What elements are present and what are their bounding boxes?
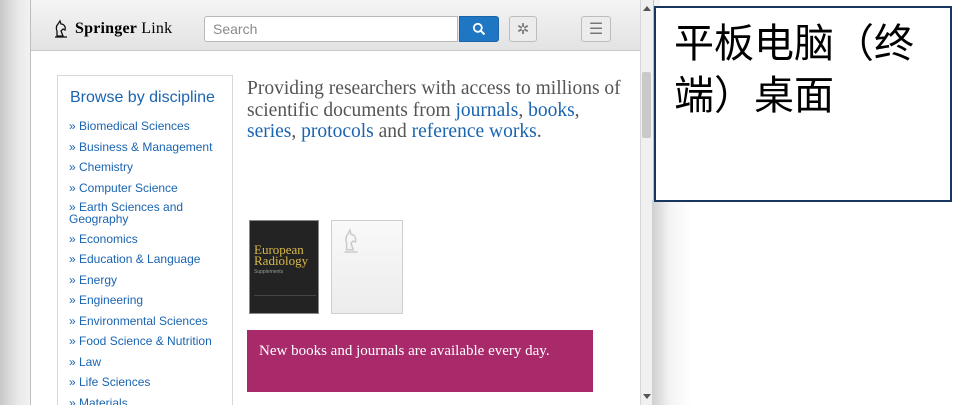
discipline-link-earth-sciences[interactable]: » Earth Sciences and Geography [69, 201, 209, 225]
sidebar-title: Browse by discipline [70, 89, 215, 106]
search-button[interactable] [459, 16, 499, 42]
hamburger-icon: ☰ [588, 21, 604, 38]
intro-separator: , [291, 121, 302, 142]
discipline-link-education-language[interactable]: » Education & Language [69, 252, 231, 266]
placeholder-cover[interactable] [331, 220, 403, 314]
scroll-up-arrow-icon[interactable] [643, 6, 651, 11]
european-radiology-cover[interactable]: European Radiology Supplements [249, 220, 319, 314]
protocols-link[interactable]: protocols [301, 121, 374, 142]
cover-subtitle: Supplements [254, 269, 284, 275]
browse-by-discipline-panel: Browse by discipline » Biomedical Scienc… [57, 75, 233, 405]
discipline-link-environmental-sciences[interactable]: » Environmental Sciences [69, 314, 231, 328]
discipline-link-life-sciences[interactable]: » Life Sciences [69, 375, 231, 389]
caption-overlay-box: 平板电脑（终端）桌面 [654, 6, 952, 202]
gear-icon: ✲ [516, 21, 530, 38]
discipline-link-energy[interactable]: » Energy [69, 273, 231, 287]
search-icon [472, 22, 486, 36]
discipline-link-food-science[interactable]: » Food Science & Nutrition [69, 334, 231, 348]
caption-overlay-text: 平板电脑（终端）桌面 [674, 21, 914, 119]
discipline-link-business-management[interactable]: » Business & Management [69, 140, 231, 154]
discipline-link-chemistry[interactable]: » Chemistry [69, 160, 231, 174]
books-link[interactable]: books [528, 100, 575, 121]
banner-text: New books and journals are available eve… [259, 343, 550, 359]
intro-end: . [536, 121, 542, 142]
logo-text-link: Link [141, 20, 173, 37]
cover-title: European Radiology [254, 242, 309, 268]
search-input[interactable] [204, 16, 458, 42]
intro-text: Providing researchers with access to mil… [247, 78, 627, 143]
discipline-link-law[interactable]: » Law [69, 355, 231, 369]
overlay-shadow [652, 200, 702, 405]
springer-horse-icon [344, 227, 358, 253]
intro-separator: , [574, 99, 580, 121]
cover-divider [254, 295, 316, 296]
browser-viewport: Springer Link ✲ ☰ Browse by discipline »… [30, 0, 654, 405]
scrollbar-thumb[interactable] [642, 72, 651, 138]
new-content-banner[interactable]: New books and journals are available eve… [247, 330, 593, 392]
scroll-down-arrow-icon[interactable] [643, 394, 651, 399]
discipline-link-economics[interactable]: » Economics [69, 232, 231, 246]
springer-horse-icon [55, 19, 67, 38]
discipline-link-engineering[interactable]: » Engineering [69, 293, 231, 307]
intro-separator: and [373, 121, 412, 142]
menu-button[interactable]: ☰ [581, 16, 611, 42]
discipline-link-biomedical-sciences[interactable]: » Biomedical Sciences [69, 119, 231, 133]
intro-separator: , [518, 99, 529, 121]
discipline-link-computer-science[interactable]: » Computer Science [69, 181, 231, 195]
springerlink-logo[interactable]: Springer Link [51, 18, 172, 40]
site-header: Springer Link ✲ ☰ [31, 0, 643, 51]
discipline-list: » Biomedical Sciences » Business & Manag… [69, 119, 231, 405]
journals-link[interactable]: journals [455, 100, 518, 121]
series-link[interactable]: series [247, 121, 291, 142]
reference-works-link[interactable]: reference works [412, 121, 537, 142]
logo-text-springer: Springer [75, 20, 138, 37]
discipline-link-materials[interactable]: » Materials [69, 396, 231, 405]
main-intro: Providing researchers with access to mil… [247, 78, 627, 143]
settings-button[interactable]: ✲ [509, 16, 537, 42]
